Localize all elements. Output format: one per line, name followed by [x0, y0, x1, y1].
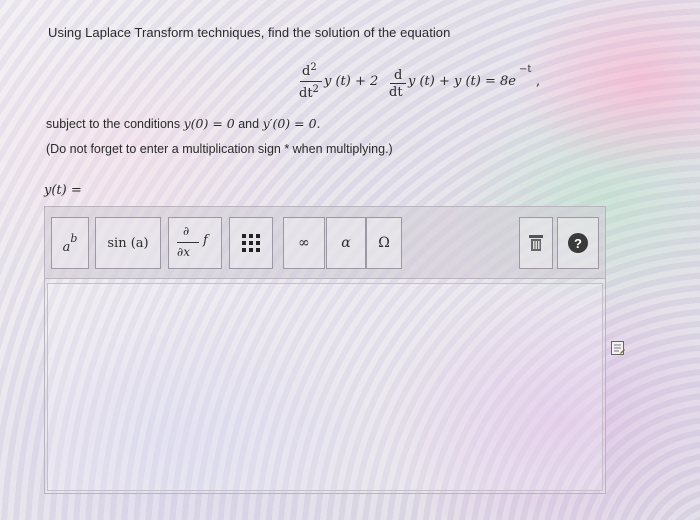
partial-derivative-button[interactable]: ∂ ∂x f — [168, 217, 222, 269]
multiplication-note: (Do not forget to enter a multiplication… — [46, 142, 393, 156]
trash-button[interactable] — [519, 217, 553, 269]
differential-equation: d2 dt2 y (t) + 2 d dt y (t) + y (t) = 8e… — [290, 62, 590, 110]
term-1: y (t) + 2 — [324, 74, 379, 89]
fraction-line — [300, 81, 322, 82]
math-toolbar: ab sin (a) ∂ ∂x f ∞ α Ω ? — [45, 207, 605, 279]
dt-text: dt — [299, 86, 313, 101]
matrix-grid-icon — [242, 234, 260, 252]
superscript-label: ab — [63, 232, 78, 255]
superscript-exp: b — [70, 231, 78, 245]
conditions-and: and — [234, 117, 263, 131]
answer-input-area[interactable] — [47, 283, 603, 491]
alpha-label: α — [341, 235, 351, 251]
help-button[interactable]: ? — [557, 217, 599, 269]
omega-label: Ω — [378, 235, 390, 251]
dt-denominator: dt2 — [299, 84, 319, 101]
dt-square: 2 — [312, 84, 319, 95]
d-numerator: d2 — [302, 62, 317, 79]
partial-label: ∂ ∂x f — [173, 223, 217, 263]
conditions: subject to the conditions y(0) = 0 and y… — [46, 116, 321, 131]
partial-num: ∂ — [183, 224, 190, 238]
document-edit-svg — [611, 341, 625, 355]
exponent: −t — [519, 64, 532, 75]
d-numerator-2: d — [394, 68, 403, 83]
sin-button[interactable]: sin (a) — [95, 217, 161, 269]
term-2: y (t) + y (t) = 8e — [408, 74, 516, 89]
alpha-button[interactable]: α — [326, 217, 366, 269]
answer-label: y(t) = — [44, 183, 82, 198]
sin-label: sin (a) — [107, 235, 149, 251]
d-square: 2 — [310, 62, 317, 73]
partial-fraction-line — [177, 242, 199, 243]
dt-denominator-2: dt — [389, 85, 403, 100]
equation-comma: , — [536, 74, 541, 89]
help-icon: ? — [568, 233, 588, 253]
infinity-label: ∞ — [298, 235, 310, 251]
document-edit-icon[interactable] — [610, 340, 626, 356]
partial-f: f — [203, 233, 208, 248]
condition-2: y′(0) = 0. — [262, 116, 321, 131]
condition-1: y(0) = 0 — [183, 116, 235, 131]
fraction-line-2 — [390, 83, 406, 84]
math-editor: ab sin (a) ∂ ∂x f ∞ α Ω ? — [44, 206, 606, 494]
conditions-prefix: subject to the conditions — [46, 117, 184, 131]
superscript-button[interactable]: ab — [51, 217, 89, 269]
matrix-button[interactable] — [229, 217, 273, 269]
omega-button[interactable]: Ω — [366, 217, 402, 269]
trash-icon — [529, 235, 543, 251]
infinity-button[interactable]: ∞ — [283, 217, 325, 269]
question-instruction: Using Laplace Transform techniques, find… — [48, 25, 451, 40]
partial-den: ∂x — [177, 245, 190, 259]
